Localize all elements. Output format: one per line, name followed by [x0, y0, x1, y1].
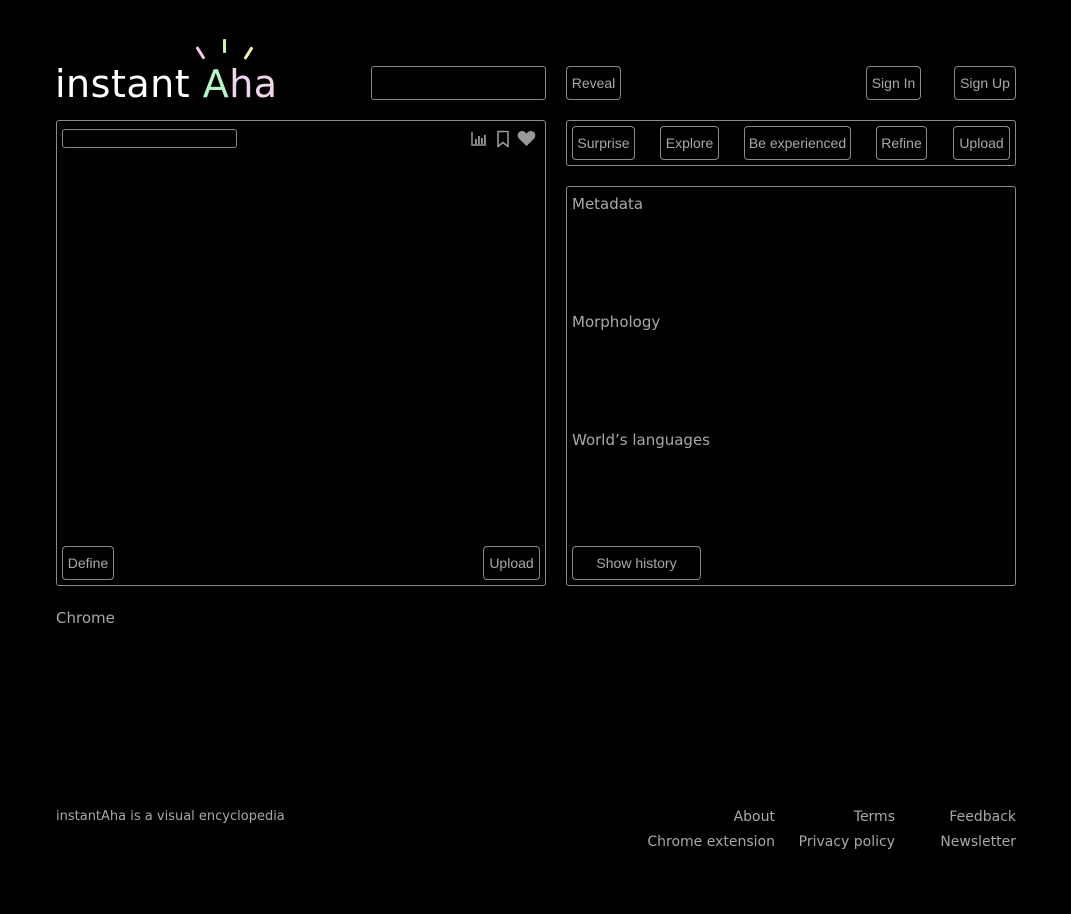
be-experienced-button[interactable]: Be experienced	[744, 126, 851, 160]
image-panel	[56, 120, 546, 586]
morphology-heading: Morphology	[572, 313, 661, 331]
stats-icon[interactable]	[470, 130, 488, 148]
define-button[interactable]: Define	[62, 546, 114, 580]
privacy-policy-link[interactable]: Privacy policy	[799, 834, 895, 850]
instantaha-logo[interactable]: instant Aha	[55, 38, 277, 104]
newsletter-link[interactable]: Newsletter	[940, 834, 1016, 850]
explore-button[interactable]: Explore	[660, 126, 719, 160]
sign-up-button[interactable]: Sign Up	[954, 66, 1016, 100]
logo-text-ha: ha	[229, 62, 278, 106]
surprise-button[interactable]: Surprise	[572, 126, 635, 160]
heart-icon[interactable]	[517, 130, 536, 147]
logo-ray-right	[243, 46, 254, 60]
logo-text-instant: instant	[55, 62, 203, 106]
title-input[interactable]	[62, 129, 237, 148]
logo-ray-center	[223, 39, 226, 53]
terms-link[interactable]: Terms	[854, 809, 895, 825]
chrome-label: Chrome	[56, 609, 115, 627]
upload-image-button[interactable]: Upload	[483, 546, 540, 580]
metadata-heading: Metadata	[572, 195, 644, 213]
logo-ray-left	[195, 46, 206, 60]
page: instant Aha Reveal Sign In Sign Up Defin…	[0, 0, 1071, 914]
upload-button[interactable]: Upload	[953, 126, 1010, 160]
about-link[interactable]: About	[734, 809, 775, 825]
logo-text-a: A	[202, 62, 230, 106]
footer-tagline: instantAha is a visual encyclopedia	[56, 809, 285, 824]
worlds-languages-heading: World’s languages	[572, 431, 710, 449]
search-input[interactable]	[371, 66, 546, 100]
info-panel	[566, 186, 1016, 586]
refine-button[interactable]: Refine	[876, 126, 927, 160]
chrome-extension-link[interactable]: Chrome extension	[647, 834, 775, 850]
sign-in-button[interactable]: Sign In	[866, 66, 921, 100]
bookmark-icon[interactable]	[496, 130, 510, 148]
reveal-button[interactable]: Reveal	[566, 66, 621, 100]
feedback-link[interactable]: Feedback	[949, 809, 1016, 825]
logo-wordmark: instant Aha	[55, 64, 278, 104]
show-history-button[interactable]: Show history	[572, 546, 701, 580]
